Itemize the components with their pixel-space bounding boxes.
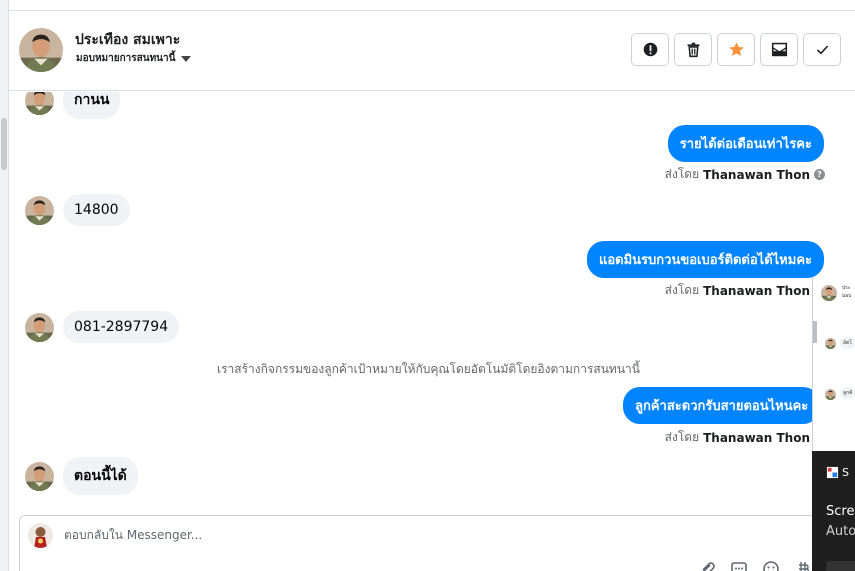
check-icon xyxy=(816,45,828,55)
assign-conversation-dropdown[interactable]: มอบหมายการสนทนานี้ xyxy=(76,51,192,66)
mark-unread-button[interactable] xyxy=(760,33,798,66)
conversation-header: ประเทือง สมเพาะ มอบหมายการสนทนานี้ xyxy=(9,11,855,91)
contact-avatar xyxy=(821,285,837,301)
contact-name[interactable]: ประเทือง สมเพาะ xyxy=(75,29,180,51)
mini-contact-name: ประ xyxy=(842,285,851,291)
contact-avatar xyxy=(25,313,54,342)
sent-by-line: ส่งโดย Thanawan Thon xyxy=(665,281,810,300)
sender-name[interactable]: Thanawan Thon xyxy=(703,168,810,182)
message-bubble[interactable]: ตอนนี้ได้ xyxy=(63,457,138,495)
notification-action[interactable] xyxy=(826,561,855,571)
saved-replies-button[interactable] xyxy=(730,560,748,571)
mark-spam-button[interactable] xyxy=(631,33,669,66)
star-icon xyxy=(728,42,744,56)
alert-icon xyxy=(643,42,657,57)
page-avatar xyxy=(28,523,53,548)
message-bubble[interactable]: แอดมินรบกวนขอเบอร์ติดต่อได้ไหมคะ xyxy=(586,241,824,278)
incoming-message: กานน xyxy=(25,92,121,119)
sent-by-label: ส่งโดย xyxy=(664,430,700,444)
mini-message-bubble: อัตโ xyxy=(840,337,855,349)
contact-avatar xyxy=(825,389,836,400)
contact-avatar xyxy=(25,92,54,115)
incoming-message: 14800 xyxy=(25,194,130,226)
mini-assign-label: มอบ xyxy=(842,293,852,299)
scrollbar-thumb[interactable] xyxy=(1,118,7,170)
attach-button[interactable] xyxy=(698,560,716,571)
incoming-message: 081-2897794 xyxy=(25,311,180,343)
message-thread[interactable]: กานน รายได้ต่อเดือนเท่าไรคะ ส่งโดย Thana… xyxy=(9,92,855,515)
conversation-actions xyxy=(631,33,841,66)
reply-composer xyxy=(19,515,819,571)
envelope-icon xyxy=(771,42,787,57)
message-bubble[interactable]: ลูกค้าสะดวกรับสายตอนไหนคะ xyxy=(623,387,821,424)
sent-by-line: ส่งโดย Thanawan Thon xyxy=(665,428,810,447)
contact-avatar xyxy=(25,462,54,491)
sent-by-label: ส่งโดย xyxy=(664,167,700,181)
mini-message-bubble: ลูกค้ xyxy=(840,387,855,399)
contact-avatar[interactable] xyxy=(19,28,63,72)
smiley-icon xyxy=(763,561,779,571)
composer-toolbar xyxy=(698,560,812,571)
os-notification-toast[interactable]: S Screen Auto xyxy=(812,451,855,571)
trash-icon xyxy=(687,42,699,58)
contact-avatar xyxy=(825,338,836,349)
message-bubble[interactable]: รายได้ต่อเดือนเท่าไรคะ xyxy=(667,125,824,162)
message-bubble[interactable]: 14800 xyxy=(63,194,130,226)
sender-name[interactable]: Thanawan Thon xyxy=(703,431,810,445)
delete-button[interactable] xyxy=(674,33,712,66)
emoji-button[interactable] xyxy=(762,560,780,571)
left-scrollbar[interactable] xyxy=(0,0,9,571)
notification-app-row: S xyxy=(826,466,849,479)
mark-done-button[interactable] xyxy=(803,33,841,66)
assign-conversation-label: มอบหมายการสนทนานี้ xyxy=(76,53,176,64)
notification-body: Auto xyxy=(826,524,855,539)
mini-scrollbar[interactable] xyxy=(813,321,817,343)
sender-name[interactable]: Thanawan Thon xyxy=(703,284,810,298)
notification-title: Screen xyxy=(826,504,855,519)
snipping-tool-icon xyxy=(826,466,839,479)
more-tools-button[interactable] xyxy=(794,560,812,571)
paperclip-icon xyxy=(702,562,715,571)
notification-app-name: S xyxy=(842,466,849,479)
currency-icon xyxy=(799,562,810,571)
sent-by-label: ส่งโดย xyxy=(664,283,700,297)
message-dots-icon xyxy=(731,562,747,571)
message-bubble[interactable]: 081-2897794 xyxy=(63,311,180,343)
message-bubble[interactable]: กานน xyxy=(63,92,121,119)
chevron-down-icon xyxy=(181,55,192,62)
sent-by-line: ส่งโดย Thanawan Thon ? xyxy=(665,165,825,184)
star-button[interactable] xyxy=(717,33,755,66)
contact-avatar xyxy=(25,196,54,225)
help-icon[interactable]: ? xyxy=(814,169,825,180)
reply-input[interactable] xyxy=(64,528,624,542)
incoming-message: ตอนนี้ได้ xyxy=(25,457,138,495)
system-notice: เราสร้างกิจกรรมของลูกค้าเป้าหมายให้กับคุ… xyxy=(217,362,640,376)
